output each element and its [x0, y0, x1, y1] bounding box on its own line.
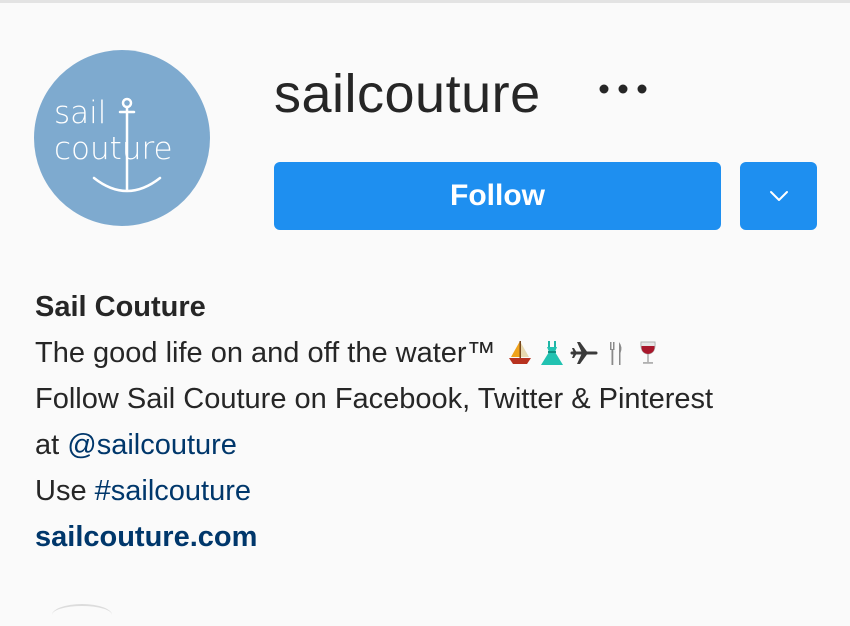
- story-highlight-edge: [52, 604, 112, 626]
- suggestions-dropdown-button[interactable]: [740, 162, 817, 230]
- fork-knife-icon: [602, 338, 630, 368]
- sailboat-icon: [506, 338, 534, 368]
- mention-link[interactable]: @sailcouture: [67, 422, 237, 468]
- dress-icon: [538, 338, 566, 368]
- profile-avatar[interactable]: sail couture: [34, 50, 210, 226]
- avatar-text-line1: sail: [54, 95, 106, 131]
- bio-hashtag-line: Use #sailcouture: [35, 468, 835, 514]
- bio-tagline: The good life on and off the water™: [35, 337, 496, 369]
- avatar-text-line2: couture: [54, 131, 173, 167]
- wine-glass-icon: [634, 338, 662, 368]
- bio-tagline-line: The good life on and off the water™: [35, 330, 835, 376]
- website-link[interactable]: sailcouture.com: [35, 514, 835, 560]
- more-dots-icon: [599, 84, 647, 94]
- hashtag-link[interactable]: #sailcouture: [95, 468, 251, 514]
- top-border: [0, 0, 850, 3]
- more-options-button[interactable]: [596, 72, 652, 106]
- chevron-down-icon: [769, 191, 788, 201]
- profile-username: sailcouture: [274, 64, 541, 124]
- sail-couture-logo: sail couture: [54, 95, 173, 193]
- bio-follow-text: Follow Sail Couture on Facebook, Twitter…: [35, 383, 714, 415]
- emoji-row: [506, 338, 662, 368]
- follow-button[interactable]: Follow: [274, 162, 721, 230]
- bio-use-prefix: Use: [35, 475, 87, 507]
- bio-mention-line: at @sailcouture: [35, 422, 835, 468]
- airplane-icon: [570, 338, 598, 368]
- profile-full-name: Sail Couture: [35, 291, 206, 323]
- bio-at-prefix: at: [35, 429, 60, 461]
- profile-bio: Sail Couture The good life on and off th…: [35, 284, 835, 560]
